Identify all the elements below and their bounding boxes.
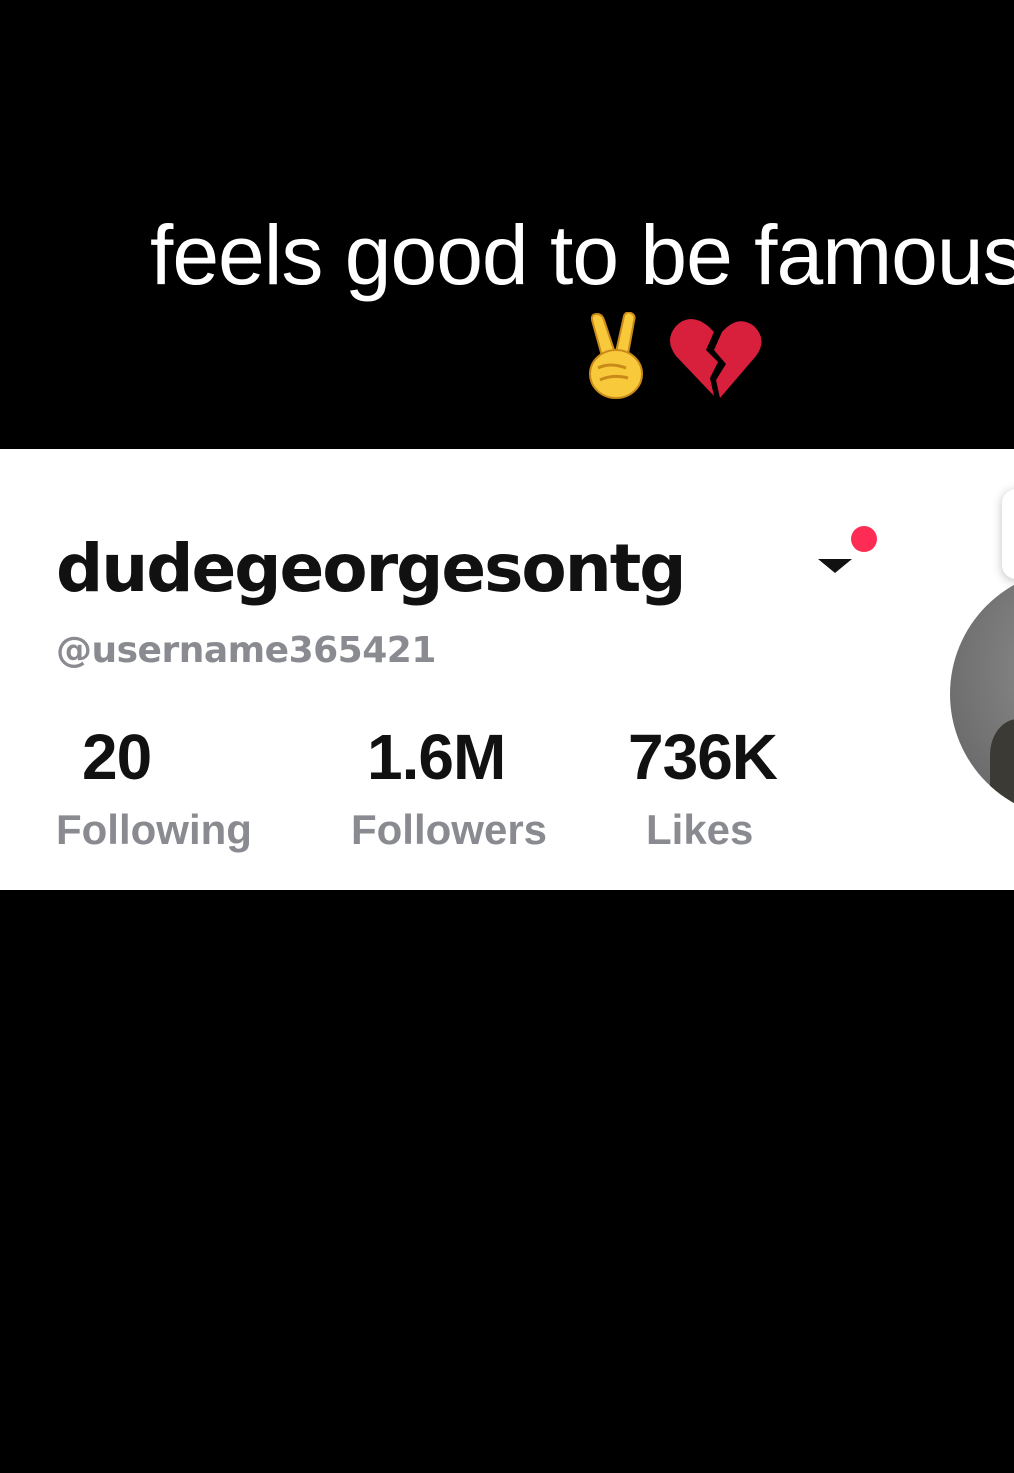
switch-account-button[interactable] xyxy=(818,523,882,583)
profile-card: dudegeorgesontg @username365421 20 Follo… xyxy=(0,449,1014,890)
avatar[interactable] xyxy=(950,569,1014,829)
notification-dot xyxy=(851,526,877,552)
stat-likes-value: 736K xyxy=(628,721,778,793)
stat-likes-label: Likes xyxy=(646,806,754,853)
caption-emoji-row xyxy=(580,312,770,402)
stat-following[interactable]: 20 Following xyxy=(56,717,252,857)
avatar-figure xyxy=(990,719,1014,809)
profile-display-name[interactable]: dudegeorgesontg xyxy=(56,524,687,614)
popup-edge xyxy=(1002,489,1014,579)
stat-following-label: Following xyxy=(56,806,252,853)
broken-heart-icon xyxy=(670,319,762,398)
victory-hand-icon xyxy=(589,312,643,399)
stat-followers-label: Followers xyxy=(351,806,548,853)
avatar-image xyxy=(950,569,1014,819)
stat-followers[interactable]: 1.6M Followers xyxy=(351,717,547,857)
video-caption: feels good to be famous xyxy=(150,208,1014,302)
stat-following-value: 20 xyxy=(82,721,152,793)
stat-followers-value: 1.6M xyxy=(367,721,506,793)
stat-likes[interactable]: 736K Likes xyxy=(628,717,778,857)
profile-username: @username365421 xyxy=(56,630,436,671)
